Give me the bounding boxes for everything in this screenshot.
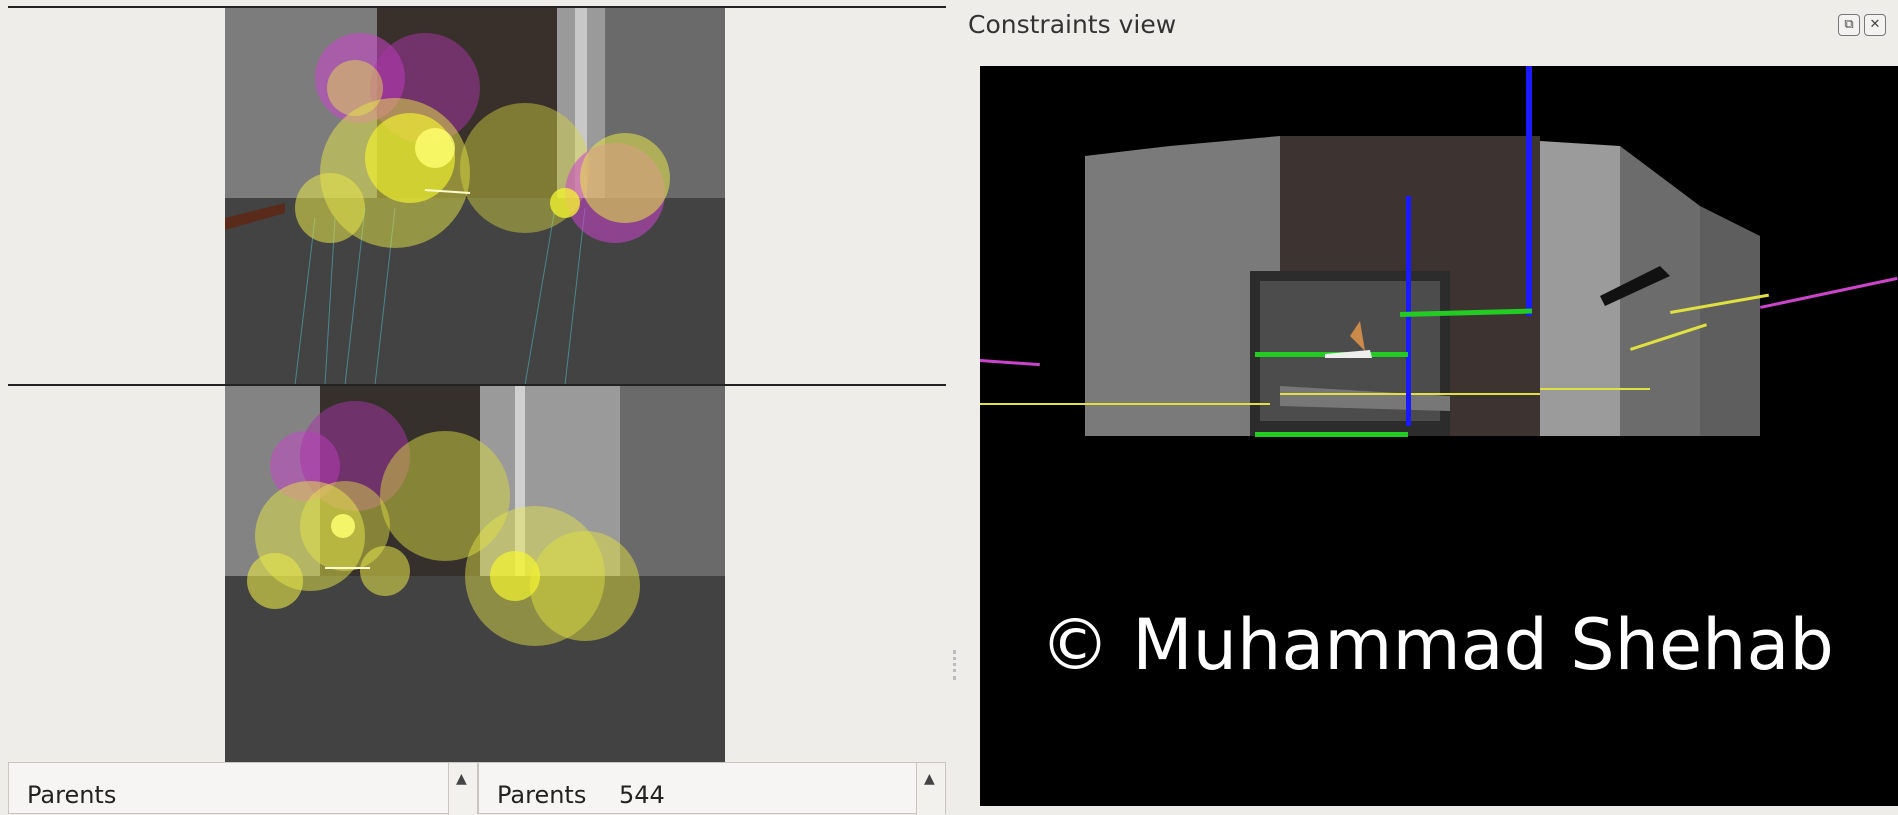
constraints-view-dock: Constraints view ⧉ ✕ © Muhammad Shehab (960, 0, 1898, 814)
top-image-view (8, 6, 946, 385)
constraints-3d-scene (980, 66, 1898, 437)
splitter-grip[interactable] (953, 650, 959, 680)
scroll-up-button-right[interactable]: ▲ (916, 763, 945, 815)
watermark-text: © Muhammad Shehab (1040, 604, 1834, 686)
parents-value-right: 544 (619, 781, 665, 809)
bottom-camera-image (225, 386, 725, 763)
constraints-3d-viewport[interactable]: © Muhammad Shehab (980, 66, 1898, 806)
parents-label-left: Parents (27, 781, 117, 809)
dock-title: Constraints view (968, 10, 1177, 39)
scroll-up-icon: ▲ (456, 771, 467, 787)
bottom-image-view (8, 384, 946, 763)
scroll-up-button-left[interactable]: ▲ (448, 763, 477, 815)
close-icon[interactable]: ✕ (1864, 14, 1886, 36)
top-camera-image (225, 8, 725, 385)
scroll-up-icon: ▲ (924, 771, 935, 787)
parents-label-right: Parents (497, 781, 587, 809)
float-icon[interactable]: ⧉ (1838, 14, 1860, 36)
parents-list-left[interactable]: Parents ▲ (8, 762, 478, 815)
pane-splitter[interactable] (950, 0, 960, 814)
loop-closure-panel: Parents ▲ Parents 544 ▲ (0, 0, 950, 815)
parents-list-right[interactable]: Parents 544 ▲ (478, 762, 946, 815)
